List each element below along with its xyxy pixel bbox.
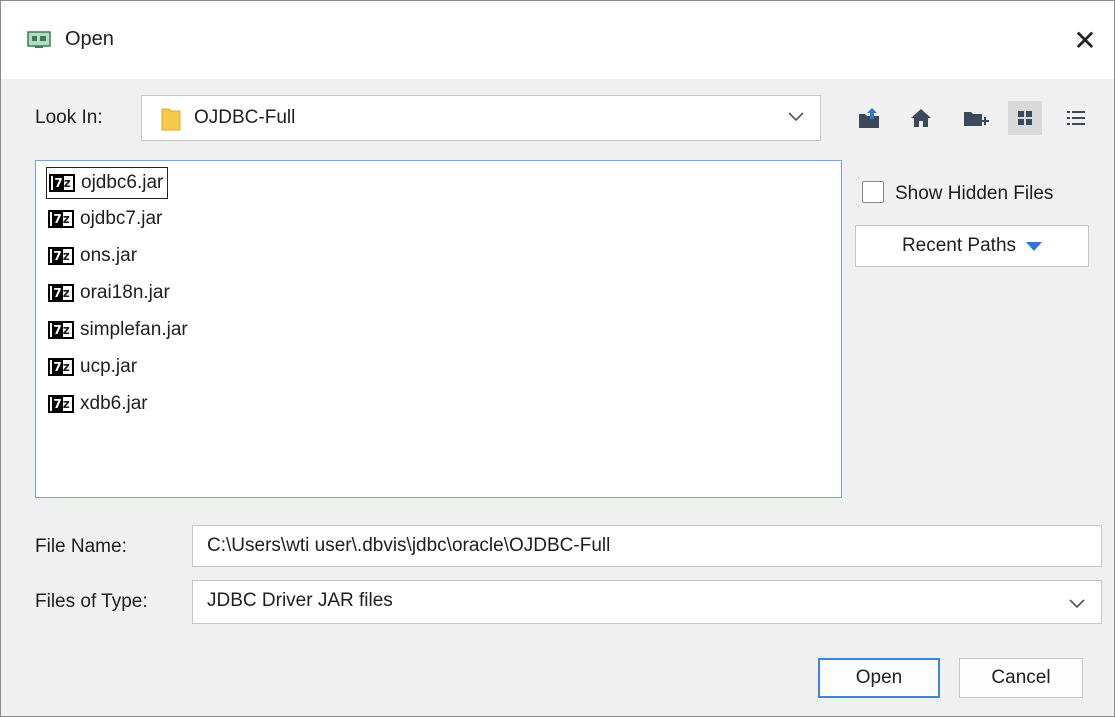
file-item[interactable]: 7z ons.jar	[46, 240, 141, 272]
close-icon: ✕	[1073, 24, 1097, 56]
archive-icon: 7z	[48, 247, 74, 265]
files-of-type-value: JDBC Driver JAR files	[207, 590, 393, 611]
dialog-title: Open	[65, 28, 114, 50]
file-name-text: ucp.jar	[80, 356, 138, 377]
file-name-input[interactable]: C:\Users\wti user\.dbvis\jdbc\oracle\OJD…	[192, 525, 1102, 567]
file-name-text: ojdbc7.jar	[80, 208, 163, 229]
archive-icon: 7z	[48, 358, 74, 376]
title-bar: Open ✕	[1, 1, 1114, 79]
look-in-combobox[interactable]: OJDBC-Full	[141, 95, 821, 141]
file-item[interactable]: 7z xdb6.jar	[46, 388, 152, 420]
home-button[interactable]	[904, 101, 938, 135]
new-folder-button[interactable]	[959, 101, 993, 135]
show-hidden-checkbox[interactable]	[862, 181, 884, 203]
details-view-icon	[1067, 111, 1085, 125]
file-item[interactable]: 7z ojdbc6.jar	[46, 167, 169, 199]
file-name-text: xdb6.jar	[80, 393, 148, 414]
details-view-button[interactable]	[1059, 101, 1093, 135]
file-item[interactable]: 7z ucp.jar	[46, 351, 141, 383]
look-in-value: OJDBC-Full	[194, 107, 296, 128]
open-button[interactable]: Open	[818, 658, 940, 698]
folder-icon	[161, 108, 181, 131]
file-name-label: File Name:	[35, 536, 127, 557]
list-view-icon	[1018, 111, 1032, 125]
up-folder-button[interactable]	[853, 101, 887, 135]
files-of-type-label: Files of Type:	[35, 591, 148, 612]
look-in-label: Look In:	[35, 107, 103, 128]
open-button-label: Open	[855, 667, 903, 688]
file-item[interactable]: 7z ojdbc7.jar	[46, 203, 166, 235]
show-hidden-label: Show Hidden Files	[895, 183, 1054, 204]
chevron-down-icon	[788, 112, 804, 122]
home-icon	[911, 109, 931, 127]
archive-icon: 7z	[48, 321, 74, 339]
file-name-text: ons.jar	[80, 245, 138, 266]
up-folder-icon	[859, 108, 879, 128]
new-folder-icon	[964, 112, 989, 126]
list-view-button[interactable]	[1008, 101, 1042, 135]
recent-paths-label: Recent Paths	[901, 235, 1017, 256]
archive-icon: 7z	[48, 210, 74, 228]
cancel-button[interactable]: Cancel	[959, 658, 1083, 698]
app-icon	[27, 31, 51, 48]
close-button[interactable]: ✕	[1066, 21, 1104, 59]
files-of-type-select[interactable]: JDBC Driver JAR files	[192, 580, 1102, 624]
file-name-value: C:\Users\wti user\.dbvis\jdbc\oracle\OJD…	[207, 535, 611, 556]
file-name-text: orai18n.jar	[80, 282, 170, 303]
cancel-button-label: Cancel	[991, 667, 1051, 688]
file-name-text: simplefan.jar	[80, 319, 188, 340]
file-item[interactable]: 7z orai18n.jar	[46, 277, 174, 309]
chevron-down-icon	[1069, 599, 1085, 609]
file-list[interactable]: 7z ojdbc6.jar 7z ojdbc7.jar 7z ons.jar 7…	[35, 160, 842, 498]
archive-icon: 7z	[49, 174, 75, 192]
open-dialog: Open ✕ Look In: OJDBC-Full 7z ojdbc6.jar…	[0, 0, 1115, 717]
dropdown-triangle-icon	[1026, 241, 1043, 251]
file-name-text: ojdbc6.jar	[81, 172, 164, 193]
recent-paths-button[interactable]: Recent Paths	[855, 225, 1089, 267]
file-item[interactable]: 7z simplefan.jar	[46, 314, 192, 346]
archive-icon: 7z	[48, 395, 74, 413]
archive-icon: 7z	[48, 284, 74, 302]
